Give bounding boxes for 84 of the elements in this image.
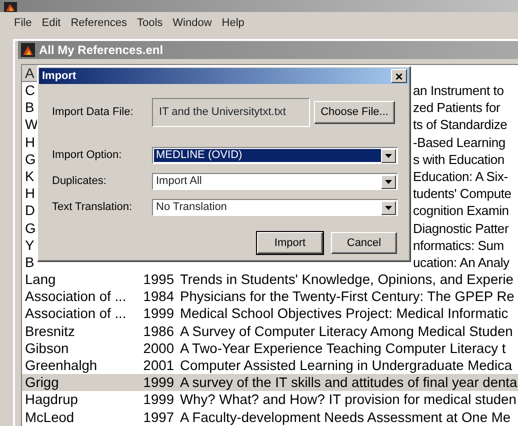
dropdown[interactable]: Import All xyxy=(152,173,398,190)
dialog-title: Import xyxy=(42,68,76,84)
field-label: Import Option: xyxy=(52,148,123,164)
title-cell: Diagnostic Patter xyxy=(413,220,509,237)
year-cell-text: 1986 xyxy=(142,322,174,340)
author-cell-text: Gibson xyxy=(24,340,70,357)
title-cell-text: Medical School Objectives Project: Medical Informatic xyxy=(179,305,508,323)
author-cell-text: K xyxy=(24,168,34,186)
dropdown-arrow-icon xyxy=(385,206,392,210)
title-cell: nformatics: Sum xyxy=(413,236,504,254)
document-icon xyxy=(21,43,35,57)
title-cell-text: Trends in Students' Knowledge, Opinions, and Experie xyxy=(179,271,514,288)
author-cell-text: W xyxy=(24,116,38,134)
author-cell-text: Bresnitz xyxy=(24,322,76,340)
reference-row[interactable]: Association of ... 1984 Physicians for the Twenty-First Century: The GPEP Re xyxy=(22,288,518,306)
author-cell-text: Y xyxy=(24,236,34,254)
title-cell: ts of Standardize xyxy=(413,116,508,134)
field-label: Duplicates: xyxy=(52,174,108,190)
author-cell-text: Association of ... xyxy=(24,288,128,306)
author-cell-text: C xyxy=(24,82,35,100)
title-cell-text: Computer Assisted Learning in Undergraduate Medica xyxy=(179,357,512,374)
author-cell-text: Association of ... xyxy=(24,305,128,323)
author-cell-text: B xyxy=(24,99,34,116)
dropdown[interactable]: No Translation xyxy=(152,199,398,216)
title-cell-text: Why? What? and How? IT provision for medical studen xyxy=(179,391,516,409)
year-cell-text: 1999 xyxy=(142,305,174,323)
file-name-field: IT and the Universitytxt.txt xyxy=(152,98,310,127)
dialog-button[interactable]: Cancel xyxy=(331,232,397,254)
dropdown-arrow-icon xyxy=(385,154,392,158)
title-cell: cognition Examin xyxy=(413,202,509,220)
reference-row[interactable]: Bresnitz 1986 A Survey of Computer Literacy Among Medical Studen xyxy=(22,322,518,340)
title-cell-text: A Survey of Computer Literacy Among Medical Studen xyxy=(179,322,513,340)
author-cell-text: H xyxy=(24,185,35,202)
year-cell-text: 2001 xyxy=(142,357,174,374)
menu-item[interactable]: Tools xyxy=(136,14,163,32)
menu-item[interactable]: Help xyxy=(222,14,244,32)
reference-row[interactable]: Hagdrup 1999 Why? What? and How? IT provision for medical studen xyxy=(22,391,518,409)
author-cell-text: G xyxy=(24,220,36,237)
author-cell-text: H xyxy=(24,134,35,151)
close-button[interactable]: × xyxy=(391,69,407,83)
title-cell: an Instrument to xyxy=(413,82,504,100)
author-cell-text: D xyxy=(24,202,35,220)
column-header[interactable]: A xyxy=(22,65,38,82)
menu-item[interactable]: File xyxy=(14,14,32,32)
reference-row[interactable]: McLeod 1997 A Faculty-development Needs Assessment at One Me xyxy=(22,408,518,426)
menu-item[interactable]: Window xyxy=(172,14,212,32)
title-cell-text: A survey of the IT skills and attitudes of final year denta xyxy=(179,374,518,392)
title-cell-text: Physicians for the Twenty-First Century: The GPEP Re xyxy=(179,288,514,306)
year-cell-text: 2000 xyxy=(142,340,174,357)
author-cell-text: Lang xyxy=(24,271,57,288)
year-cell-text: 1984 xyxy=(142,288,174,306)
menu-item[interactable]: References xyxy=(70,14,127,32)
title-cell: s with Education xyxy=(413,150,504,168)
reference-row[interactable]: Association of ... 1999 Medical School Objectives Project: Medical Informatic xyxy=(22,305,518,323)
year-cell-text: 1999 xyxy=(142,374,174,392)
year-cell-text: 1995 xyxy=(142,271,174,288)
dialog-button[interactable]: Import xyxy=(257,232,323,254)
window-title: All My References.enl xyxy=(39,42,164,59)
field-label: Import Data File: xyxy=(52,105,134,120)
author-cell-text: G xyxy=(24,150,36,168)
dropdown-arrow-icon xyxy=(385,180,392,184)
choose-file-button[interactable]: Choose File... xyxy=(314,101,395,124)
title-cell-text: A Two-Year Experience Teaching Computer Literacy t xyxy=(179,340,506,357)
app-icon xyxy=(4,2,17,12)
reference-row[interactable]: Greenhalgh 2001 Computer Assisted Learning in Undergraduate Medica xyxy=(22,357,518,374)
author-cell-text: Greenhalgh xyxy=(24,357,98,374)
reference-row[interactable]: Lang 1995 Trends in Students' Knowledge, Opinions, and Experie xyxy=(22,271,518,288)
title-cell: tudents' Compute xyxy=(413,185,512,202)
title-cell: -Based Learning xyxy=(413,134,506,151)
title-cell: Education: A Six- xyxy=(413,168,508,186)
author-cell-text: McLeod xyxy=(24,408,76,426)
title-cell-text: A Faculty-development Needs Assessment at One Me xyxy=(179,408,511,426)
menu-item[interactable]: Edit xyxy=(42,14,61,32)
title-cell: zed Patients for xyxy=(413,99,500,116)
author-cell-text: Grigg xyxy=(24,374,60,392)
reference-row[interactable]: Grigg 1999 A survey of the IT skills and attitudes of final year denta xyxy=(22,374,518,392)
title-cell: ucation: An Analy xyxy=(413,254,510,272)
author-cell-text: Hagdrup xyxy=(24,391,79,409)
year-cell-text: 1997 xyxy=(142,408,174,426)
year-cell-text: 1999 xyxy=(142,391,174,409)
dropdown[interactable]: MEDLINE (OVID) xyxy=(152,147,398,164)
author-cell-text: B xyxy=(24,254,34,272)
field-label: Text Translation: xyxy=(52,200,134,216)
reference-row[interactable]: Gibson 2000 A Two-Year Experience Teaching Computer Literacy t xyxy=(22,340,518,357)
